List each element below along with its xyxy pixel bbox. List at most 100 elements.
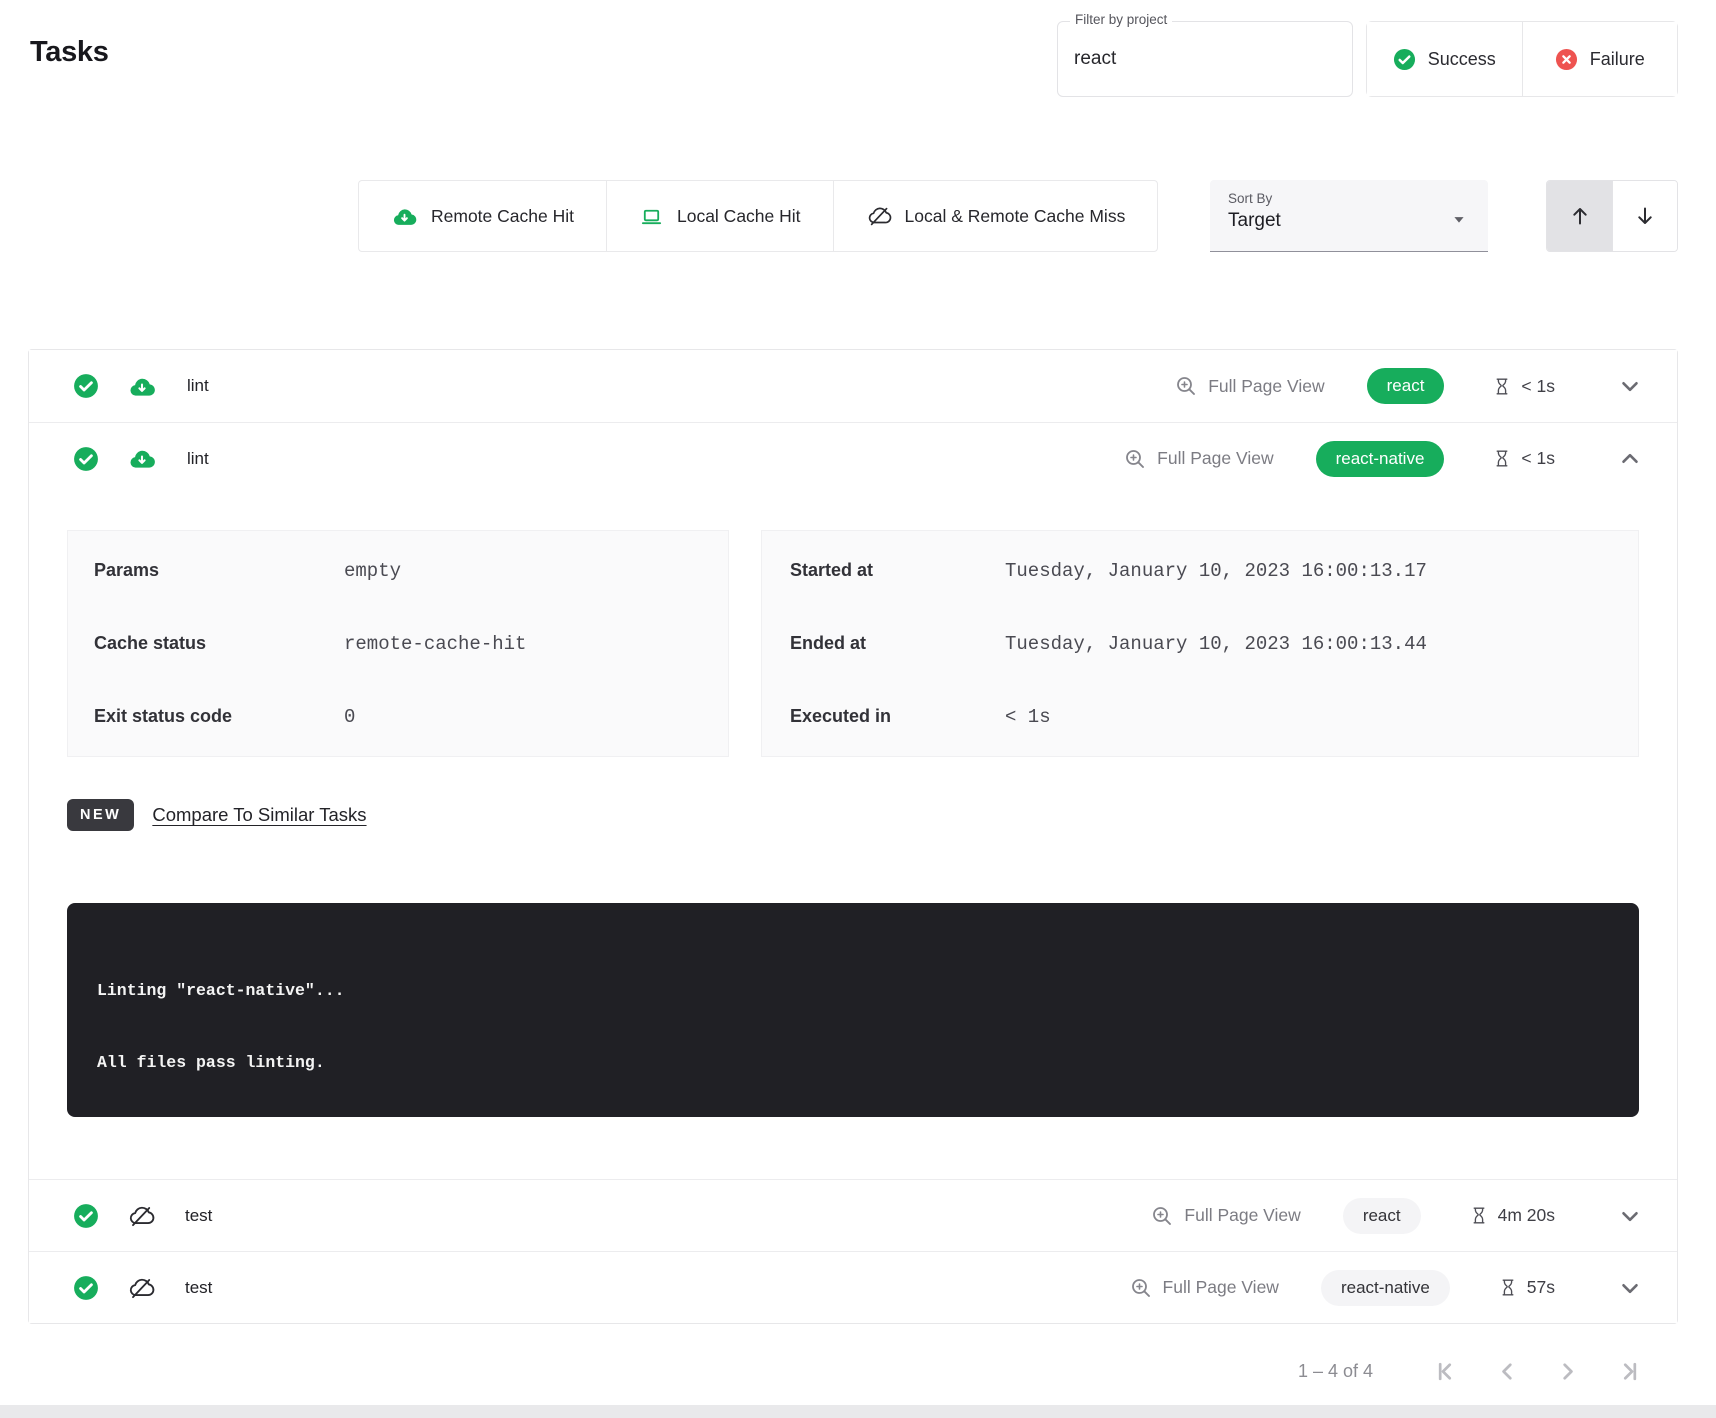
params-value: empty — [344, 560, 401, 582]
ended-at-label: Ended at — [790, 633, 1005, 654]
expand-row-button[interactable] — [1617, 1203, 1643, 1229]
check-circle-icon — [1393, 48, 1416, 71]
horizontal-scrollbar[interactable] — [0, 1405, 1716, 1418]
previous-page-button[interactable] — [1477, 1350, 1537, 1392]
full-page-view-label: Full Page View — [1157, 448, 1273, 469]
sort-by-label: Sort By — [1228, 191, 1470, 206]
sort-by-value: Target — [1228, 210, 1470, 232]
zoom-in-magnifier-icon — [1174, 374, 1198, 398]
full-page-view-button[interactable]: Full Page View — [1129, 1276, 1279, 1300]
first-page-icon — [1434, 1358, 1461, 1385]
full-page-view-button[interactable]: Full Page View — [1174, 374, 1324, 398]
new-badge: NEW — [67, 799, 134, 831]
arrow-up-icon — [1568, 204, 1592, 228]
executed-in-value: < 1s — [1005, 706, 1051, 728]
full-page-view-label: Full Page View — [1163, 1277, 1279, 1298]
cloud-off-icon — [127, 1275, 155, 1301]
full-page-view-button[interactable]: Full Page View — [1123, 447, 1273, 471]
last-page-button[interactable] — [1597, 1350, 1657, 1392]
cloud-download-icon — [127, 446, 157, 471]
failure-filter-button[interactable]: Failure — [1522, 22, 1678, 96]
collapse-row-button[interactable] — [1617, 446, 1643, 472]
pagination-range-label: 1 – 4 of 4 — [1298, 1361, 1373, 1382]
remote-cache-hit-filter-button[interactable]: Remote Cache Hit — [358, 180, 607, 252]
cache-filter-group: Remote Cache Hit Local Cache Hit Local &… — [358, 180, 1158, 252]
terminal-line: All files pass linting. — [97, 1053, 1609, 1073]
cache-status-value: remote-cache-hit — [344, 633, 526, 655]
started-at-value: Tuesday, January 10, 2023 16:00:13.17 — [1005, 560, 1427, 582]
task-duration: < 1s — [1494, 376, 1555, 397]
hourglass-icon — [1471, 1205, 1487, 1226]
dropdown-caret-icon — [1448, 208, 1470, 235]
started-at-label: Started at — [790, 560, 1005, 581]
sort-by-select[interactable]: Sort By Target — [1210, 180, 1488, 252]
task-row[interactable]: lint Full Page View react < 1s — [29, 350, 1677, 422]
executed-in-label: Executed in — [790, 706, 1005, 727]
project-badge: react-native — [1316, 441, 1445, 477]
task-duration: 4m 20s — [1471, 1205, 1555, 1226]
cache-status-label: Cache status — [94, 633, 344, 654]
compare-row: NEW Compare To Similar Tasks — [67, 799, 1639, 831]
last-page-icon — [1614, 1358, 1641, 1385]
hourglass-icon — [1494, 448, 1510, 469]
failure-filter-label: Failure — [1590, 49, 1645, 70]
task-duration-label: 57s — [1527, 1277, 1555, 1298]
task-duration-label: 4m 20s — [1498, 1205, 1555, 1226]
remote-cache-hit-label: Remote Cache Hit — [431, 206, 574, 227]
task-params-panel: Params empty Cache status remote-cache-h… — [67, 530, 729, 757]
check-circle-icon — [73, 1275, 99, 1301]
check-circle-icon — [73, 446, 99, 472]
success-filter-label: Success — [1428, 49, 1496, 70]
task-target-label: test — [185, 1278, 212, 1298]
task-row[interactable]: lint Full Page View react-native < 1s — [29, 422, 1677, 494]
sort-ascending-button[interactable] — [1547, 181, 1612, 251]
zoom-in-magnifier-icon — [1150, 1204, 1174, 1228]
ended-at-value: Tuesday, January 10, 2023 16:00:13.44 — [1005, 633, 1427, 655]
chevron-down-icon — [1617, 373, 1643, 399]
chevron-up-icon — [1617, 446, 1643, 472]
task-duration-label: < 1s — [1521, 448, 1555, 469]
full-page-view-label: Full Page View — [1208, 376, 1324, 397]
task-list-card: lint Full Page View react < 1s — [28, 349, 1678, 1324]
task-timing-panel: Started at Tuesday, January 10, 2023 16:… — [761, 530, 1639, 757]
project-badge: react — [1367, 368, 1445, 404]
task-duration-label: < 1s — [1521, 376, 1555, 397]
success-filter-button[interactable]: Success — [1367, 22, 1522, 96]
zoom-in-magnifier-icon — [1123, 447, 1147, 471]
tasks-page: Tasks Filter by project Success Failure … — [0, 0, 1716, 1418]
project-filter-input[interactable] — [1058, 48, 1352, 70]
expand-row-button[interactable] — [1617, 373, 1643, 399]
project-filter-label: Filter by project — [1070, 12, 1172, 27]
cloud-off-icon — [866, 204, 892, 228]
task-detail-panel: Params empty Cache status remote-cache-h… — [29, 494, 1677, 1179]
laptop-icon — [639, 205, 664, 228]
first-page-button[interactable] — [1417, 1350, 1477, 1392]
pagination: 1 – 4 of 4 — [1298, 1350, 1657, 1392]
zoom-in-magnifier-icon — [1129, 1276, 1153, 1300]
compare-to-similar-tasks-link[interactable]: Compare To Similar Tasks — [152, 804, 366, 826]
next-page-button[interactable] — [1537, 1350, 1597, 1392]
next-page-icon — [1554, 1358, 1581, 1385]
page-title: Tasks — [30, 36, 109, 69]
full-page-view-label: Full Page View — [1184, 1205, 1300, 1226]
expand-row-button[interactable] — [1617, 1275, 1643, 1301]
cache-miss-label: Local & Remote Cache Miss — [905, 206, 1126, 227]
cloud-off-icon — [127, 1203, 155, 1229]
params-label: Params — [94, 560, 344, 581]
sort-descending-button[interactable] — [1612, 181, 1677, 251]
task-row[interactable]: test Full Page View react 4m 20s — [29, 1179, 1677, 1251]
exit-status-code-label: Exit status code — [94, 706, 344, 727]
chevron-down-icon — [1617, 1203, 1643, 1229]
cloud-download-icon — [391, 205, 418, 228]
hourglass-icon — [1494, 376, 1510, 397]
task-target-label: lint — [187, 376, 209, 396]
full-page-view-button[interactable]: Full Page View — [1150, 1204, 1300, 1228]
local-cache-hit-filter-button[interactable]: Local Cache Hit — [606, 180, 834, 252]
terminal-line: Linting "react-native"... — [97, 981, 1609, 1001]
sort-direction-group — [1546, 180, 1678, 252]
task-row[interactable]: test Full Page View react-native 57s — [29, 1251, 1677, 1323]
local-cache-hit-label: Local Cache Hit — [677, 206, 801, 227]
cache-miss-filter-button[interactable]: Local & Remote Cache Miss — [833, 180, 1159, 252]
hourglass-icon — [1500, 1277, 1516, 1298]
cloud-download-icon — [127, 374, 157, 399]
